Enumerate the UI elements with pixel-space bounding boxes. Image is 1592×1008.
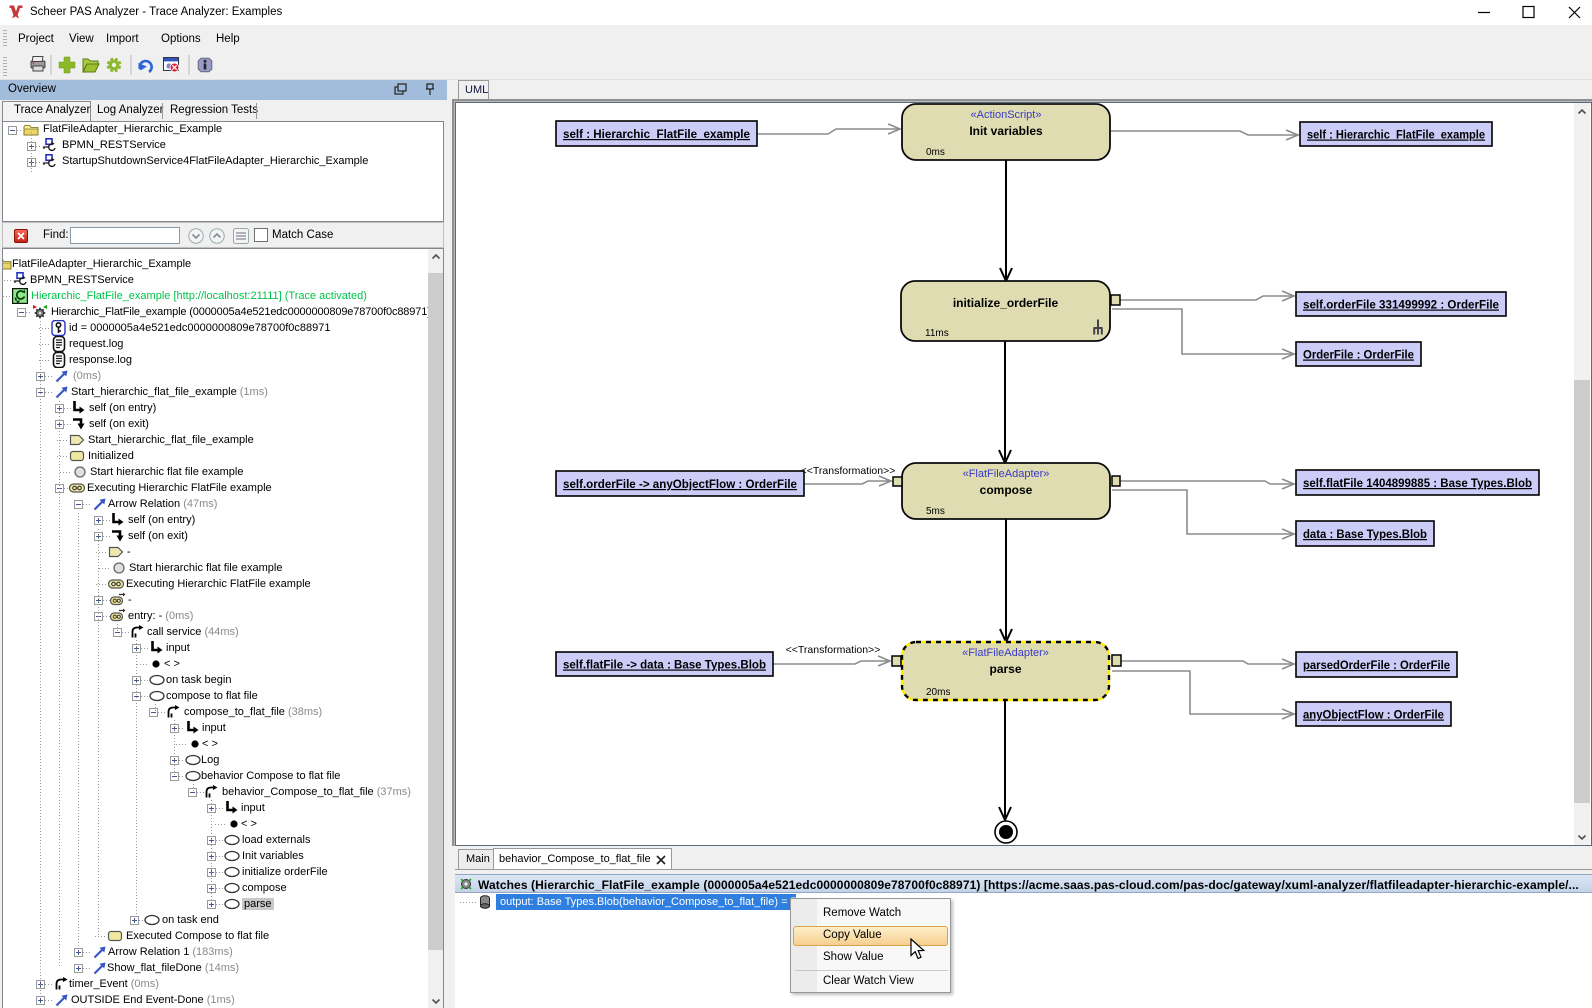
svg-text:<<Transformation>>: <<Transformation>> [786,644,881,656]
svg-text:anyObjectFlow : OrderFile: anyObjectFlow : OrderFile [1303,708,1444,722]
svg-text:self.flatFile -> data : Base T: self.flatFile -> data : Base Types.Blob [563,658,766,672]
svg-text:Init variables: Init variables [969,124,1043,138]
svg-text:20ms: 20ms [926,687,950,698]
svg-text:compose: compose [980,483,1033,497]
svg-text:parsedOrderFile : OrderFile: parsedOrderFile : OrderFile [1303,658,1450,672]
svg-text:«FlatFileAdapter»: «FlatFileAdapter» [962,647,1049,659]
svg-text:11ms: 11ms [925,328,949,339]
svg-text:self.orderFile 331499992 : Ord: self.orderFile 331499992 : OrderFile [1303,298,1499,312]
svg-text:5ms: 5ms [926,506,945,517]
svg-text:OrderFile : OrderFile: OrderFile : OrderFile [1303,348,1414,362]
svg-text:self : Hierarchic_FlatFile_exa: self : Hierarchic_FlatFile_example [563,127,750,141]
svg-text:<<Transformation>>: <<Transformation>> [801,465,896,477]
svg-text:self : Hierarchic_FlatFile_exa: self : Hierarchic_FlatFile_example [1307,128,1485,142]
svg-text:self.orderFile -> anyObjectFlo: self.orderFile -> anyObjectFlow : OrderF… [563,477,797,491]
svg-text:data : Base Types.Blob: data : Base Types.Blob [1303,527,1427,541]
svg-text:self.flatFile 1404899885 : Bas: self.flatFile 1404899885 : Base Types.Bl… [1303,476,1532,490]
svg-text:initialize_orderFile: initialize_orderFile [953,296,1059,310]
svg-text:parse: parse [989,662,1021,676]
svg-text:«ActionScript»: «ActionScript» [971,109,1042,121]
svg-text:0ms: 0ms [926,147,945,158]
svg-text:«FlatFileAdapter»: «FlatFileAdapter» [963,468,1050,480]
